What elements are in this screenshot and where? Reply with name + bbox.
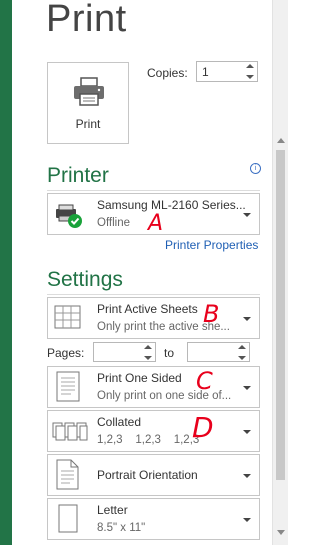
- print-button[interactable]: Print: [47, 62, 129, 144]
- orientation-main: Portrait Orientation: [97, 468, 198, 482]
- copies-decrement[interactable]: [243, 72, 257, 82]
- annotation-a: A: [148, 211, 164, 236]
- pages-from-increment[interactable]: [141, 343, 155, 353]
- pages-to-input[interactable]: [187, 342, 250, 362]
- printer-section-title: Printer: [47, 164, 109, 187]
- collation-main: Collated: [97, 415, 142, 429]
- scroll-up-icon[interactable]: [277, 138, 285, 143]
- print-button-label: Print: [75, 117, 101, 131]
- pages-to-increment[interactable]: [235, 343, 249, 353]
- collation-dropdown[interactable]: Collated 1,2,3 1,2,3 1,2,3: [47, 410, 260, 452]
- chevron-down-icon: [243, 386, 251, 390]
- settings-section-divider: [47, 294, 260, 295]
- printer-status-icon: [56, 204, 82, 228]
- chevron-down-icon: [243, 317, 251, 321]
- orientation-dropdown[interactable]: Portrait Orientation: [47, 454, 260, 496]
- copies-increment[interactable]: [243, 62, 257, 72]
- sides-dropdown[interactable]: Print One Sided Only print on one side o…: [47, 366, 260, 408]
- vertical-scrollbar[interactable]: [272, 0, 288, 545]
- print-what-dropdown[interactable]: Print Active Sheets Only print the activ…: [47, 297, 260, 339]
- printer-properties-link[interactable]: Printer Properties: [165, 238, 258, 252]
- chevron-down-icon: [243, 474, 251, 478]
- printer-icon: [74, 77, 104, 106]
- printer-name: Samsung ML-2160 Series...: [97, 198, 246, 212]
- page-title: Print: [46, 0, 127, 40]
- sides-main: Print One Sided: [97, 371, 182, 385]
- annotation-c: C: [196, 367, 213, 395]
- pages-label: Pages:: [47, 346, 85, 360]
- print-what-main: Print Active Sheets: [97, 302, 198, 316]
- copies-value: 1: [202, 65, 209, 79]
- pages-to-label: to: [164, 346, 175, 360]
- copies-input[interactable]: 1: [196, 61, 258, 82]
- one-sided-page-icon: [56, 371, 80, 402]
- printer-section-divider: [47, 190, 260, 191]
- chevron-down-icon: [243, 213, 251, 217]
- pages-from-decrement[interactable]: [141, 353, 155, 363]
- paper-size-sub: 8.5" x 11": [97, 522, 146, 534]
- printer-status: Offline: [97, 217, 131, 229]
- paper-size-dropdown[interactable]: Letter 8.5" x 11": [47, 498, 260, 540]
- letter-page-icon: [58, 504, 78, 533]
- collation-sub: 1,2,3 1,2,3 1,2,3: [97, 434, 200, 446]
- copies-label: Copies:: [147, 66, 188, 80]
- pages-to-decrement[interactable]: [235, 353, 249, 363]
- print-what-sub: Only print the active she...: [97, 321, 230, 333]
- chevron-down-icon: [243, 518, 251, 522]
- pages-from-input[interactable]: [93, 342, 156, 362]
- annotation-b: B: [203, 300, 220, 328]
- scroll-down-icon[interactable]: [277, 530, 285, 535]
- paper-size-main: Letter: [97, 503, 128, 517]
- settings-section-title: Settings: [47, 268, 123, 291]
- left-green-strip: [0, 0, 12, 545]
- scroll-thumb[interactable]: [276, 150, 285, 480]
- sides-sub: Only print on one side of...: [97, 390, 232, 402]
- collated-pages-icon: [52, 422, 88, 441]
- portrait-page-icon: [56, 459, 79, 490]
- sheet-grid-icon: [54, 305, 81, 329]
- annotation-d: D: [192, 411, 214, 444]
- info-icon[interactable]: i: [250, 163, 261, 174]
- chevron-down-icon: [243, 430, 251, 434]
